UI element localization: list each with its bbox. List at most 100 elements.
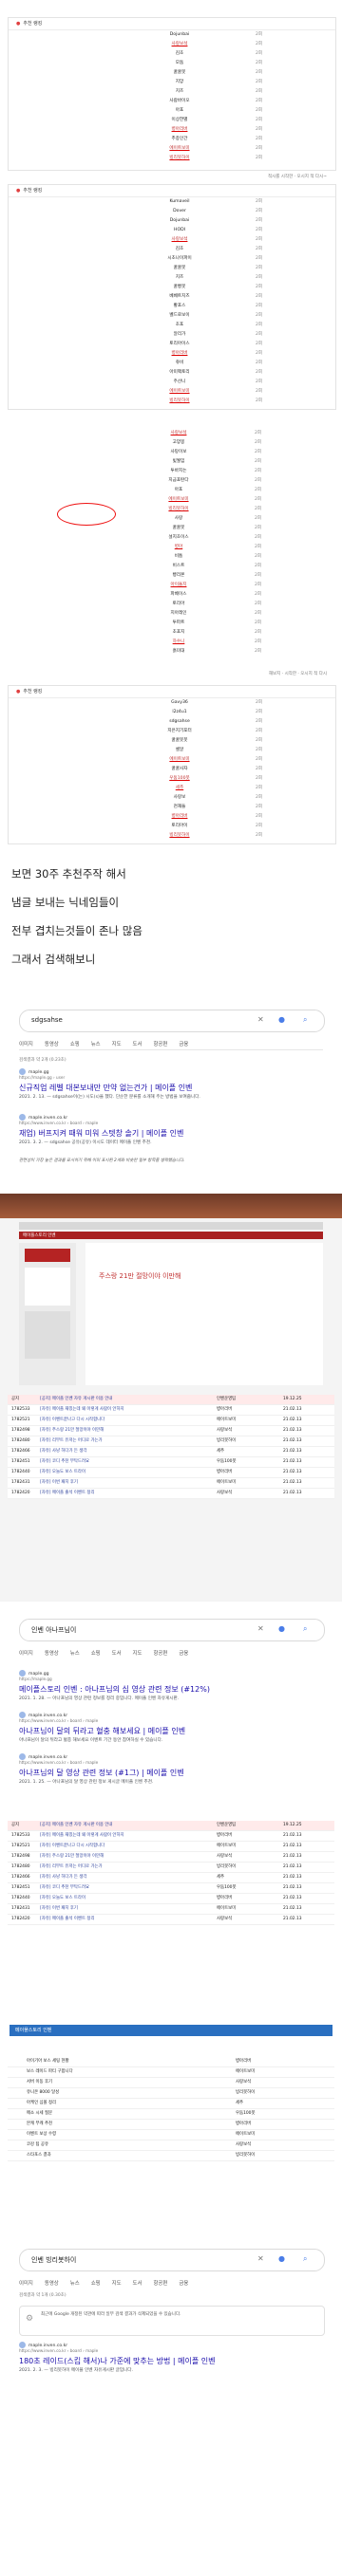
tab-item[interactable]: 쇼핑 (91, 2281, 101, 2287)
nickname-link[interactable]: 치즈 (113, 87, 246, 97)
nickname-link[interactable]: 황포스 (113, 302, 246, 311)
nickname-link[interactable]: 에이트보미 (113, 387, 246, 397)
table-row[interactable]: 1782431 [자유] 이번 패치 후기 에이트보미 21.02.13 (8, 1478, 334, 1489)
nickname-link[interactable]: 병아리버 (113, 349, 246, 359)
tab-item[interactable]: 지도 (112, 2281, 122, 2287)
post-title-link[interactable]: [공지] 메이플 인벤 자유 게시판 이용 안내 (40, 1821, 112, 1830)
search-input[interactable]: 인벤 빙리봇하이 ✕ ● ⌕ (19, 2249, 325, 2271)
search-icon[interactable]: ⌕ (303, 1624, 307, 1634)
table-row[interactable]: 1782451 [자유] 코디 추천 부탁드려요 우둠100봇 21.02.13 (8, 1883, 334, 1894)
nickname-link[interactable]: 사랑보석 (113, 235, 246, 245)
post-title-link[interactable]: 이벤트 보상 수령 (27, 2130, 56, 2140)
nickname-link[interactable]: 이상한별 (113, 116, 246, 125)
table-row[interactable]: 1782521 [자유] 이벤트끝나고 다시 시작합니다 에이트보미 21.02.13 (8, 1416, 334, 1426)
nickname-link[interactable]: 초포지 (112, 628, 245, 638)
close-icon[interactable]: ✕ (257, 1624, 264, 1633)
nickname-link[interactable]: 에이트보미 (113, 144, 246, 154)
close-icon[interactable]: ✕ (257, 1015, 264, 1024)
search-icon[interactable]: ⌕ (303, 1015, 307, 1025)
nickname-link[interactable]: 사람바이오 (113, 97, 246, 106)
post-title-link[interactable]: [자유] 오늘도 보스 트라이 (40, 1468, 86, 1477)
mic-icon[interactable]: ● (278, 2254, 285, 2263)
tab-item[interactable]: 뉴스 (70, 1651, 80, 1657)
table-row[interactable]: 보스 레이드 파티 구합니다 에이트보미 (8, 2067, 334, 2078)
nickname-link[interactable]: 투바지는 (112, 467, 245, 476)
nickname-link[interactable]: 우둠100봇 (113, 774, 246, 784)
nickname-link[interactable]: 에이트보미 (113, 755, 246, 765)
table-row[interactable]: 공지 [공지] 메이플 인벤 자유 게시판 이용 안내 인벤운영팀 19.12.25 (8, 1821, 334, 1831)
nickname-link[interactable]: Kumaveil (113, 197, 246, 207)
post-title-link[interactable]: 스타포스 결과 (27, 2151, 51, 2160)
post-title-link[interactable]: [자유] 코디 추천 부탁드려요 (40, 1457, 89, 1467)
nickname-link[interactable]: 비틈 (112, 552, 245, 562)
post-title-link[interactable]: [자유] 메이플 재밌는데 왜 이렇게 사람이 안하지 (40, 1405, 124, 1415)
nickname-link[interactable]: 베베트치즈 (113, 292, 246, 302)
table-row[interactable]: 1782480 [자유] 리부트 유저는 어디로 가는가 빙리봇하이 21.02.13 (8, 1436, 334, 1447)
tab-item[interactable]: 뉴스 (91, 1042, 101, 1047)
nickname-link[interactable]: 꿀꿀봇 (112, 524, 245, 533)
nickname-link[interactable]: 빙리봇하이 (113, 397, 246, 406)
result-title-link[interactable]: 아나프님이 달의 뒤라고 혈충 해보세요 | 메이플 인벤 (19, 1726, 323, 1736)
nickname-link[interactable]: 병아리버 (113, 812, 246, 822)
search-icon[interactable]: ⌕ (303, 2254, 307, 2264)
nickname-link[interactable]: 빙리봇하이 (113, 831, 246, 841)
result-title-link[interactable]: 아나프님의 달 영상 관련 정보 (#1그) | 메이플 인벤 (19, 1768, 323, 1778)
nickname-link[interactable]: 주산니 (113, 378, 246, 387)
nickname-link[interactable]: 흙미대 (112, 647, 245, 657)
table-row[interactable]: 1782533 [자유] 메이플 재밌는데 왜 이렇게 사람이 안하지 병아리버 21… (8, 1405, 334, 1416)
nickname-link[interactable]: 사랑보 (113, 793, 246, 803)
tab-item[interactable]: 도서 (133, 2281, 142, 2287)
post-title-link[interactable]: [자유] 리부트 유저는 어디로 가는가 (40, 1863, 103, 1872)
nickname-link[interactable]: 사랑 (112, 514, 245, 524)
post-title-link[interactable]: [공지] 메이플 인벤 자유 게시판 이용 안내 (40, 1395, 112, 1404)
nickname-link[interactable]: 천재들 (113, 803, 246, 812)
table-row[interactable]: 아이기아 보스 세팅 현황 병아리버 (8, 2057, 334, 2067)
nickname-link[interactable]: 빛월임 (112, 457, 245, 467)
post-title-link[interactable]: [자유] 이벤트끝나고 다시 시작합니다 (40, 1416, 104, 1425)
table-row[interactable]: 공지 [공지] 메이플 인벤 자유 게시판 이용 안내 인벤운영팀 19.12.25 (8, 1395, 334, 1405)
result-title-link[interactable]: 메이플스토리 인벤 : 아나프님의 심 영상 관련 정보 (#12%) (19, 1684, 323, 1695)
post-title-link[interactable]: [자유] 이벤트끝나고 다시 시작합니다 (40, 1842, 104, 1851)
post-title-link[interactable]: [자유] 주스랑 21만 절망이야 이만해 (40, 1852, 104, 1862)
nickname-link[interactable]: 시초나이파이 (113, 254, 246, 264)
nickname-link[interactable]: 알리가 (113, 330, 246, 340)
search-input[interactable]: 인벤 아나프님이 ✕ ● ⌕ (19, 1619, 325, 1641)
nickname-link[interactable]: 사랑보석 (112, 429, 245, 438)
nickname-link[interactable]: 쥬비 (113, 359, 246, 368)
tab-item[interactable]: 항공편 (153, 1042, 167, 1047)
nickname-link[interactable]: 지금포탄다 (112, 476, 245, 486)
table-row[interactable]: 1782466 [자유] 사냥 하다가 든 생각 세추 21.02.13 (8, 1873, 334, 1883)
post-title-link[interactable]: [자유] 사냥 하다가 든 생각 (40, 1447, 86, 1456)
nickname-link[interactable]: 모둠 (113, 59, 246, 68)
tab-item[interactable]: 도서 (112, 1651, 122, 1657)
tab-item[interactable]: 도서 (133, 1042, 142, 1047)
table-row[interactable]: 1782533 [자유] 메이플 재밌는데 왜 이렇게 사람이 안하지 병아리버 21… (8, 1831, 334, 1842)
nickname-link[interactable]: 투파트 (112, 619, 245, 628)
nickname-link[interactable]: Gavy36 (113, 698, 246, 708)
tab-item[interactable]: 이미지 (19, 1042, 33, 1047)
table-row[interactable]: 서버 이동 후기 사랑보석 (8, 2078, 334, 2088)
table-row[interactable]: 코강 팁 공유 사랑보석 (8, 2140, 334, 2151)
table-row[interactable]: 유니온 8000 달성 빙리봇하이 (8, 2088, 334, 2099)
nickname-link[interactable]: 빙리봇하이 (113, 154, 246, 163)
search-result[interactable]: maple.inven.co.kr https://www.inven.co.k… (19, 2342, 323, 2375)
post-title-link[interactable]: 본캐 부캐 추천 (27, 2120, 52, 2129)
nickname-link[interactable]: 초포 (113, 321, 246, 330)
nickname-link[interactable]: 고양봉 (112, 438, 245, 448)
table-row[interactable]: 1782451 [자유] 코디 추천 부탁드려요 우둠100봇 21.02.13 (8, 1457, 334, 1468)
nickname-link[interactable]: Dojunbai (113, 216, 246, 226)
search-result[interactable]: maple.gg https://maple.gg › user 신규직업 레벨… (19, 1068, 323, 1102)
nickname-link[interactable]: 지아레인 (112, 609, 245, 619)
nickname-link[interactable]: 하수니 (112, 638, 245, 647)
nickname-link[interactable]: 세추 (113, 784, 246, 793)
tab-item[interactable]: 금융 (179, 1651, 188, 1657)
nickname-link[interactable]: 아이돌지 (112, 581, 245, 590)
table-row[interactable]: 1782480 [자유] 리부트 유저는 어디로 가는가 빙리봇하이 21.02.13 (8, 1863, 334, 1873)
tab-item[interactable]: 이미지 (19, 2281, 33, 2287)
nickname-link[interactable]: 병아리버 (113, 125, 246, 135)
search-input[interactable]: sdgsahse ✕ ● ⌕ (19, 1010, 325, 1032)
search-result[interactable]: maple.inven.co.kr https://www.inven.co.k… (19, 1712, 323, 1745)
search-result[interactable]: maple.inven.co.kr https://www.inven.co.k… (19, 1114, 323, 1147)
tab-item[interactable]: 동영상 (45, 1651, 59, 1657)
nickname-link[interactable]: 에이트보미 (112, 495, 245, 505)
